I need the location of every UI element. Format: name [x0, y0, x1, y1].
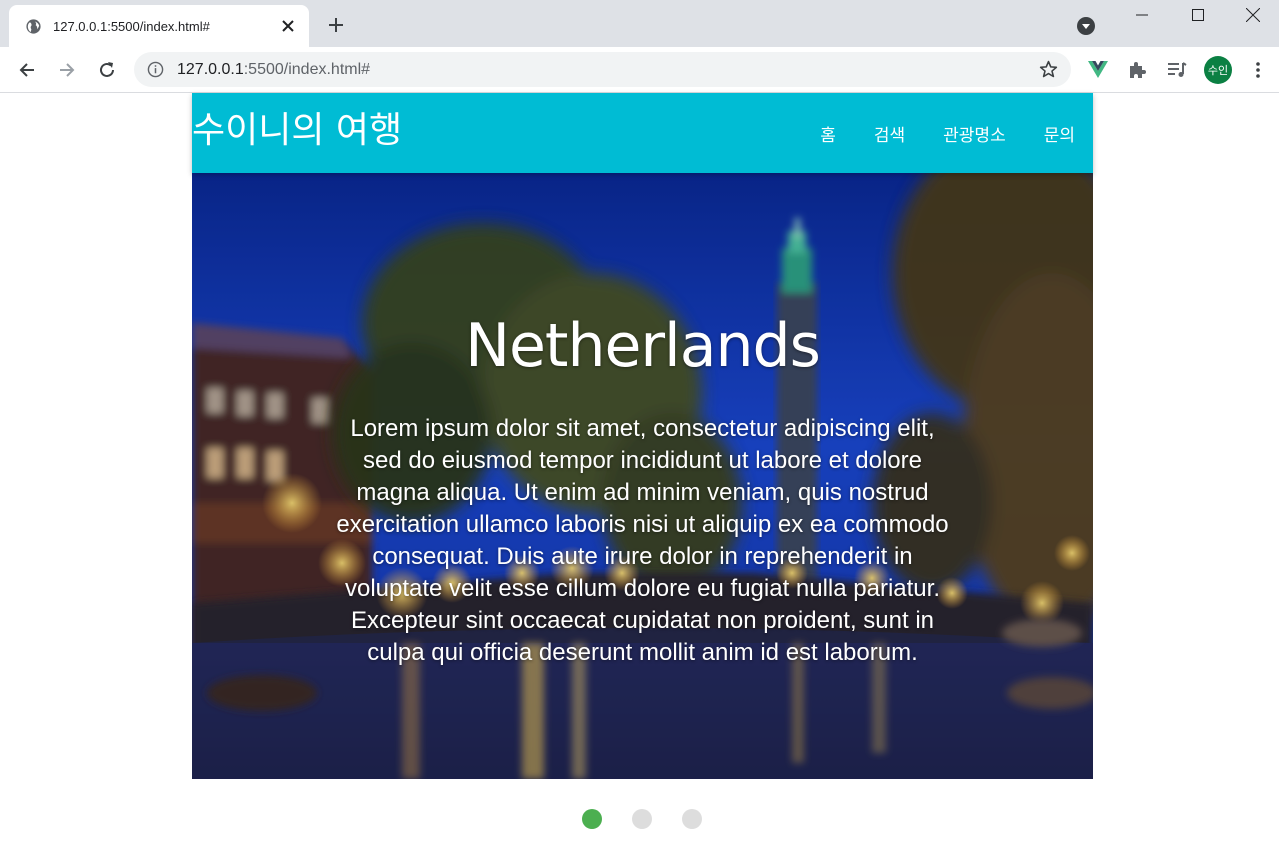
url-path: :5500/index.html# [243, 61, 371, 78]
slider-pagination [582, 809, 702, 829]
plus-icon [329, 18, 343, 32]
forward-button[interactable] [53, 56, 81, 84]
address-bar[interactable]: 127.0.0.1:5500/index.html# [134, 52, 1071, 87]
window-minimize-button[interactable] [1114, 0, 1170, 30]
tab-title: 127.0.0.1:5500/index.html# [53, 18, 210, 34]
nav-link-attractions[interactable]: 관광명소 [943, 121, 1006, 146]
browser-toolbar: 127.0.0.1:5500/index.html# 수인 [0, 47, 1279, 93]
address-url[interactable]: 127.0.0.1:5500/index.html# [177, 52, 370, 87]
tab-search-button[interactable] [1075, 15, 1097, 37]
reload-icon [100, 62, 114, 77]
puzzle-icon [1130, 62, 1146, 78]
slider-dot-3[interactable] [682, 809, 702, 829]
globe-icon [26, 18, 41, 34]
info-icon[interactable] [147, 61, 164, 78]
more-vert-icon [1256, 62, 1260, 78]
bookmark-star-icon[interactable] [1038, 59, 1059, 80]
site-header: 수이니의 여행 홈 검색 관광명소 문의 [192, 93, 1093, 173]
reload-button[interactable] [93, 56, 121, 84]
browser-tab-strip: 127.0.0.1:5500/index.html# [0, 0, 1279, 47]
slider-dot-1[interactable] [582, 809, 602, 829]
chevron-down-icon [1077, 17, 1095, 35]
close-icon[interactable] [279, 17, 297, 35]
close-window-icon [1245, 8, 1260, 22]
window-close-button[interactable] [1226, 0, 1279, 30]
media-control-button[interactable] [1163, 56, 1191, 84]
hero-title: Netherlands [465, 311, 821, 381]
main-nav: 홈 검색 관광명소 문의 [782, 93, 1075, 173]
nav-link-contact[interactable]: 문의 [1044, 121, 1075, 146]
maximize-icon [1192, 9, 1204, 21]
browser-tab[interactable]: 127.0.0.1:5500/index.html# [9, 5, 309, 47]
back-button[interactable] [13, 56, 41, 84]
extensions-button[interactable] [1123, 56, 1151, 84]
new-tab-button[interactable] [322, 11, 350, 39]
site-logo[interactable]: 수이니의 여행 [192, 107, 402, 155]
slider-dot-2[interactable] [632, 809, 652, 829]
profile-avatar[interactable]: 수인 [1204, 56, 1232, 84]
browser-menu-button[interactable] [1250, 56, 1266, 84]
vue-logo-icon [1088, 61, 1108, 78]
vue-devtools-extension[interactable] [1084, 56, 1112, 84]
hero-slide: Netherlands Lorem ipsum dolor sit amet, … [192, 173, 1093, 779]
nav-link-home[interactable]: 홈 [820, 121, 836, 146]
nav-link-search[interactable]: 검색 [874, 121, 905, 146]
playlist-music-icon [1168, 62, 1187, 77]
url-host: 127.0.0.1 [177, 61, 244, 78]
window-maximize-button[interactable] [1170, 0, 1226, 30]
arrow-left-icon [19, 63, 34, 77]
site-container: 수이니의 여행 홈 검색 관광명소 문의 Netherlands Lorem i… [192, 93, 1093, 779]
hero-description: Lorem ipsum dolor sit amet, consectetur … [336, 415, 949, 666]
arrow-right-icon [60, 63, 75, 77]
minimize-icon [1136, 14, 1148, 16]
hero-caption: Netherlands Lorem ipsum dolor sit amet, … [302, 306, 983, 669]
